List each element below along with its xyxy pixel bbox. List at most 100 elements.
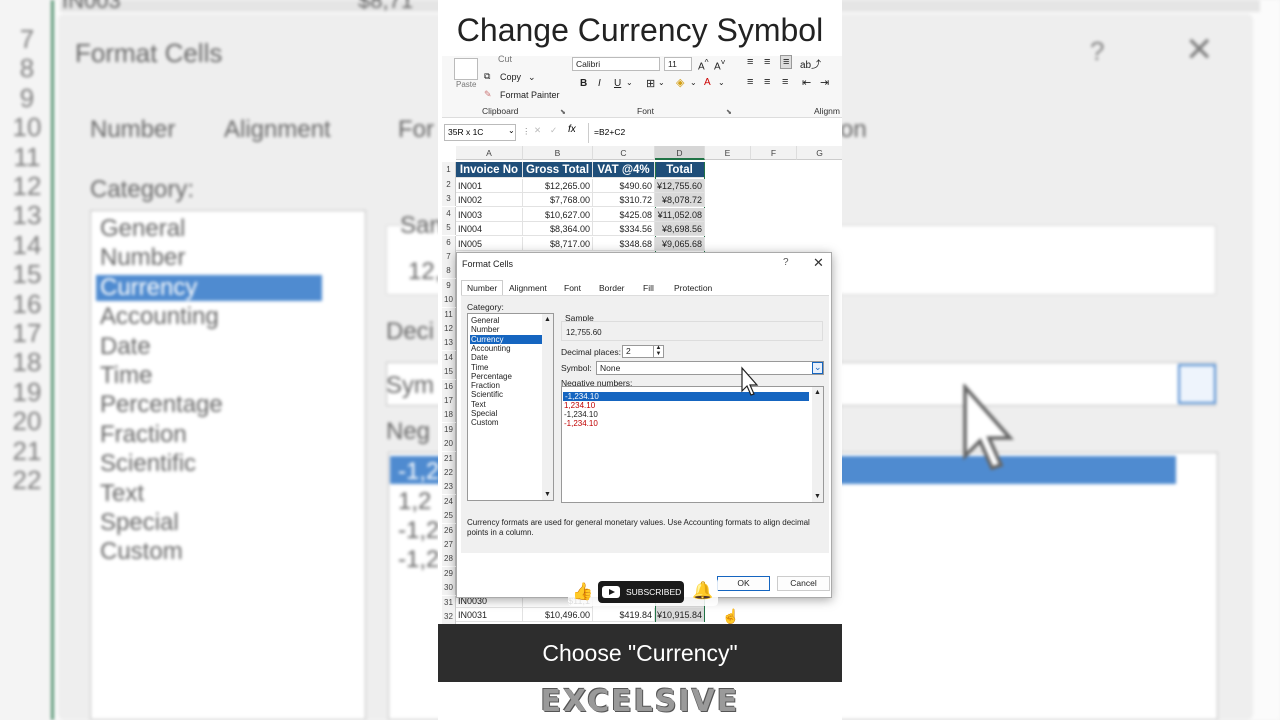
cell-inv-6[interactable]: IN005 <box>456 236 523 251</box>
decrease-indent-icon[interactable]: ⇤ <box>802 76 811 89</box>
align-middle-icon[interactable]: ≡ <box>764 56 770 68</box>
row-header[interactable]: 20 <box>442 437 456 452</box>
row-header[interactable]: 14 <box>442 350 456 365</box>
cell-b32[interactable]: $10,496.00 <box>523 608 593 622</box>
row-header[interactable]: 7 <box>442 250 456 264</box>
category-item-number[interactable]: Number <box>471 325 499 334</box>
orientation-icon[interactable]: ab⤴ <box>800 56 821 71</box>
tab-number[interactable]: Number <box>467 283 497 293</box>
cell-gross-4[interactable]: $10,627.00 <box>523 207 593 222</box>
bold-button[interactable]: B <box>580 78 587 89</box>
row-header[interactable]: 32 <box>442 610 456 624</box>
copy-dropdown-icon[interactable]: ⌄ <box>528 72 536 83</box>
enter-formula-icon[interactable]: ✓ <box>550 125 557 136</box>
row-header[interactable]: 8 <box>442 264 456 279</box>
cell-total-6[interactable]: ¥9,065.68 <box>655 236 705 251</box>
row-header[interactable]: 18 <box>442 408 456 423</box>
ok-button[interactable]: OK <box>717 576 770 591</box>
row-header[interactable]: 22 <box>442 466 456 480</box>
header-vat[interactable]: VAT @4% <box>593 162 655 178</box>
col-header-a[interactable]: A <box>456 146 523 160</box>
borders-icon[interactable]: ⊞ <box>646 77 655 90</box>
cell-inv-4[interactable]: IN003 <box>456 207 523 222</box>
format-painter-button[interactable]: Format Painter <box>500 90 560 100</box>
row-header[interactable]: 16 <box>442 379 456 394</box>
format-painter-icon[interactable]: ✎ <box>484 89 492 100</box>
col-header-c[interactable]: C <box>593 146 655 160</box>
cell-gross-2[interactable]: $12,265.00 <box>523 179 593 193</box>
fx-icon[interactable]: fx <box>568 124 576 135</box>
header-total[interactable]: Total <box>655 162 705 178</box>
copy-button[interactable]: Copy <box>500 72 521 82</box>
col-header-d[interactable]: D <box>655 146 705 160</box>
row-header[interactable]: 6 <box>442 235 456 250</box>
align-top-icon[interactable]: ≡ <box>747 56 753 68</box>
row-header[interactable]: 23 <box>442 480 456 495</box>
cell-total-2[interactable]: ¥12,755.60 <box>655 179 705 193</box>
subscribed-button[interactable]: SUBSCRIBED <box>598 581 684 603</box>
category-list[interactable]: ▲ ▼ General Number Currency Accounting Date T… <box>467 313 554 501</box>
cell-vat-6[interactable]: $348.68 <box>593 236 655 251</box>
cell-a32[interactable]: IN0031 <box>456 608 523 622</box>
cell-total-3[interactable]: ¥8,078.72 <box>655 193 705 208</box>
align-center-icon[interactable]: ≡ <box>764 76 770 88</box>
row-header[interactable]: 21 <box>442 451 456 466</box>
header-invoice-no[interactable]: Invoice No <box>456 162 523 178</box>
row-header[interactable]: 10 <box>442 293 456 308</box>
row-header[interactable]: 15 <box>442 365 456 380</box>
clipboard-launcher-icon[interactable]: ⬊ <box>560 108 566 116</box>
row-header[interactable]: 2 <box>442 178 456 192</box>
fill-dropdown-icon[interactable]: ⌄ <box>690 78 697 87</box>
row-header[interactable]: 5 <box>442 221 456 236</box>
category-scrollbar[interactable]: ▲ ▼ <box>542 314 553 500</box>
category-item-custom[interactable]: Custom <box>471 418 499 427</box>
category-item-text[interactable]: Text <box>471 400 486 409</box>
row-header[interactable]: 13 <box>442 336 456 351</box>
grow-font-icon[interactable]: A^ <box>698 57 709 72</box>
col-header-b[interactable]: B <box>523 146 593 160</box>
paste-button[interactable]: Paste <box>456 80 476 89</box>
row-header[interactable]: 31 <box>442 595 456 610</box>
align-bottom-icon[interactable]: ≡ <box>780 55 793 69</box>
cell-total-5[interactable]: ¥8,698.56 <box>655 222 705 237</box>
tab-protection[interactable]: Protection <box>674 283 712 293</box>
col-header-f[interactable]: F <box>751 146 797 160</box>
font-color-dropdown-icon[interactable]: ⌄ <box>718 78 725 87</box>
row-header[interactable]: 1 <box>442 162 456 178</box>
row-header[interactable]: 27 <box>442 538 456 552</box>
cell-d32[interactable]: ¥10,915.84 <box>655 608 705 622</box>
row-header[interactable]: 12 <box>442 322 456 336</box>
cell-total-4[interactable]: ¥11,052.08 <box>655 207 705 222</box>
negative-scrollbar[interactable]: ▲ ▼ <box>812 387 823 502</box>
increase-indent-icon[interactable]: ⇥ <box>820 76 829 89</box>
borders-dropdown-icon[interactable]: ⌄ <box>658 78 665 87</box>
category-item-currency[interactable]: Currency <box>470 334 542 344</box>
negative-option-1[interactable]: -1,234.10 <box>563 392 809 402</box>
cell-inv-2[interactable]: IN001 <box>456 179 523 193</box>
bell-icon[interactable]: 🔔 <box>692 581 713 601</box>
negative-option-3[interactable]: -1,234.10 <box>564 410 598 419</box>
category-item-fraction[interactable]: Fraction <box>471 381 500 390</box>
header-gross-total[interactable]: Gross Total <box>523 162 593 178</box>
row-header[interactable]: 9 <box>442 278 456 293</box>
tab-alignment[interactable]: Alignment <box>509 283 547 293</box>
align-right-icon[interactable]: ≡ <box>782 76 788 88</box>
align-left-icon[interactable]: ≡ <box>747 76 753 88</box>
row-header[interactable]: 3 <box>442 192 456 207</box>
formula-input[interactable]: =B2+C2 <box>594 127 625 137</box>
row-header[interactable]: 17 <box>442 394 456 408</box>
row-header[interactable]: 25 <box>442 509 456 524</box>
name-box-dropdown-icon[interactable]: ⌄ <box>508 126 515 135</box>
cut-button[interactable]: Cut <box>498 54 512 64</box>
cell-vat-3[interactable]: $310.72 <box>593 193 655 208</box>
category-item-general[interactable]: General <box>471 316 499 325</box>
underline-dropdown-icon[interactable]: ⌄ <box>626 78 633 87</box>
category-item-scientific[interactable]: Scientific <box>471 390 503 399</box>
cell-inv-3[interactable]: IN002 <box>456 193 523 208</box>
cell-vat-5[interactable]: $334.56 <box>593 222 655 237</box>
font-size-select[interactable]: 11 <box>664 57 692 71</box>
close-icon[interactable]: ✕ <box>813 255 824 271</box>
cancel-button[interactable]: Cancel <box>777 576 830 591</box>
cell-inv-5[interactable]: IN004 <box>456 222 523 237</box>
cell-gross-6[interactable]: $8,717.00 <box>523 236 593 251</box>
